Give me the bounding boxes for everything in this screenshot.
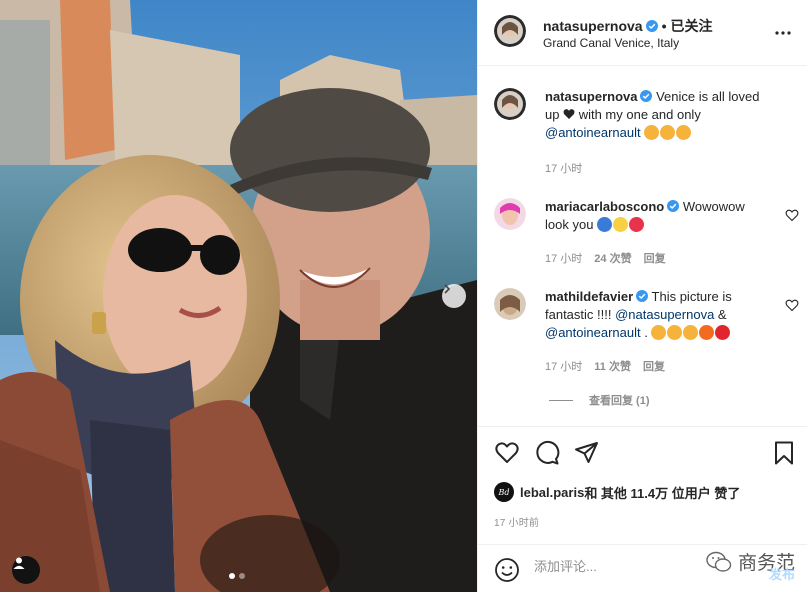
likes-count-text[interactable]: 和 其他 11.4万 位用户 赞了 xyxy=(584,483,740,502)
comment-reply-button[interactable]: 回复 xyxy=(643,358,665,374)
comments-list: natasupernova Venice is all loved up wit… xyxy=(478,66,807,426)
location-link[interactable]: Grand Canal Venice, Italy xyxy=(543,36,679,50)
commenter-avatar[interactable] xyxy=(494,198,526,230)
heart-eyes-emoji-icon xyxy=(644,125,660,140)
replies-divider xyxy=(549,399,573,401)
comment-like-heart-icon[interactable] xyxy=(785,208,799,222)
liker-username[interactable]: lebal.paris xyxy=(520,485,584,500)
verified-icon xyxy=(645,20,658,32)
heart-eyes-emoji-icon xyxy=(660,125,676,140)
comment-text: mariacarlaboscono Wowowow look you xyxy=(545,198,767,234)
author-username[interactable]: natasupernova xyxy=(543,18,643,34)
carousel-dot xyxy=(239,573,245,579)
comment-username[interactable]: mariacarlaboscono xyxy=(545,199,664,214)
black-heart-icon xyxy=(563,109,575,119)
more-icon[interactable] xyxy=(773,23,793,43)
comment-input[interactable] xyxy=(534,559,734,574)
commenter-avatar[interactable] xyxy=(494,288,526,320)
heart-emoji-icon xyxy=(629,217,645,232)
comment-reply-button[interactable]: 回复 xyxy=(644,250,666,266)
liker-avatar[interactable]: Bd xyxy=(494,482,514,502)
comment-text: mathildefavier This picture is fantastic… xyxy=(545,288,767,342)
post-side-panel: natasupernova • 已关注 Grand Canal Venice, … xyxy=(477,0,807,592)
verified-icon xyxy=(636,290,649,302)
view-replies-label: 查看回复 (1) xyxy=(589,395,650,407)
heart-eyes-emoji-icon xyxy=(676,125,692,140)
caption-text: natasupernova Venice is all loved up wit… xyxy=(545,88,767,142)
post-timestamp: 17 小时前 xyxy=(494,518,540,529)
following-button[interactable]: 已关注 xyxy=(671,16,713,36)
caption-body-2: with my one and only xyxy=(575,107,701,122)
comment-time: 17 小时 xyxy=(545,361,583,373)
share-icon[interactable] xyxy=(574,440,600,466)
clap-emoji-icon xyxy=(667,325,683,340)
caption-avatar[interactable] xyxy=(494,88,526,120)
post-header: natasupernova • 已关注 Grand Canal Venice, … xyxy=(478,0,807,66)
caption-time: 17 小时 xyxy=(545,163,583,175)
post-actions xyxy=(478,426,807,476)
heart-emoji-icon xyxy=(715,325,731,340)
comment-mention[interactable]: @antoinearnault xyxy=(545,325,641,340)
comment-meta: 17 小时 11 次赞 回复 xyxy=(545,358,665,374)
carousel-dot-active xyxy=(229,573,235,579)
caption-meta: 17 小时 xyxy=(545,160,582,176)
comment-likes[interactable]: 24 次赞 xyxy=(594,250,631,266)
author-avatar[interactable] xyxy=(494,15,526,47)
likes-summary: Bd lebal.paris 和 其他 11.4万 位用户 赞了 xyxy=(494,482,740,502)
sunglasses-emoji-icon xyxy=(597,217,613,232)
comment-icon[interactable] xyxy=(534,440,560,466)
carousel-next-button[interactable] xyxy=(442,284,466,308)
wechat-icon xyxy=(706,551,732,572)
clap-emoji-icon xyxy=(651,325,667,340)
comment-likes[interactable]: 11 次赞 xyxy=(594,358,631,374)
verified-icon xyxy=(640,90,653,102)
comment-like-heart-icon[interactable] xyxy=(785,298,799,312)
sparkles-emoji-icon xyxy=(613,217,629,232)
caption-mention[interactable]: @antoinearnault xyxy=(545,125,641,140)
follow-separator: • xyxy=(661,18,667,34)
post-comment-button[interactable]: 发布 xyxy=(769,564,795,583)
comment-mention[interactable]: @natasupernova xyxy=(615,307,714,322)
post-photo[interactable] xyxy=(0,0,477,592)
comment-username[interactable]: mathildefavier xyxy=(545,289,633,304)
comment-time: 17 小时 xyxy=(545,253,583,265)
photo-illustration xyxy=(0,0,477,592)
clap-emoji-icon xyxy=(683,325,699,340)
comment-body: . xyxy=(640,325,652,340)
chevron-right-icon xyxy=(444,284,451,294)
comment-meta: 17 小时 24 次赞 回复 xyxy=(545,250,666,266)
comment-body: & xyxy=(714,307,727,322)
fire-emoji-icon xyxy=(699,325,715,340)
view-replies-button[interactable]: 查看回复 (1) xyxy=(549,392,650,408)
add-comment-bar: 商务范 发布 xyxy=(478,544,807,592)
carousel-dots xyxy=(229,573,245,579)
user-tag-icon xyxy=(13,557,25,569)
user-tag-button[interactable] xyxy=(12,556,40,584)
verified-icon xyxy=(667,200,680,212)
caption-username[interactable]: natasupernova xyxy=(545,89,637,104)
emoji-icon[interactable] xyxy=(494,557,520,583)
bookmark-icon[interactable] xyxy=(771,440,797,466)
heart-icon[interactable] xyxy=(494,440,520,466)
